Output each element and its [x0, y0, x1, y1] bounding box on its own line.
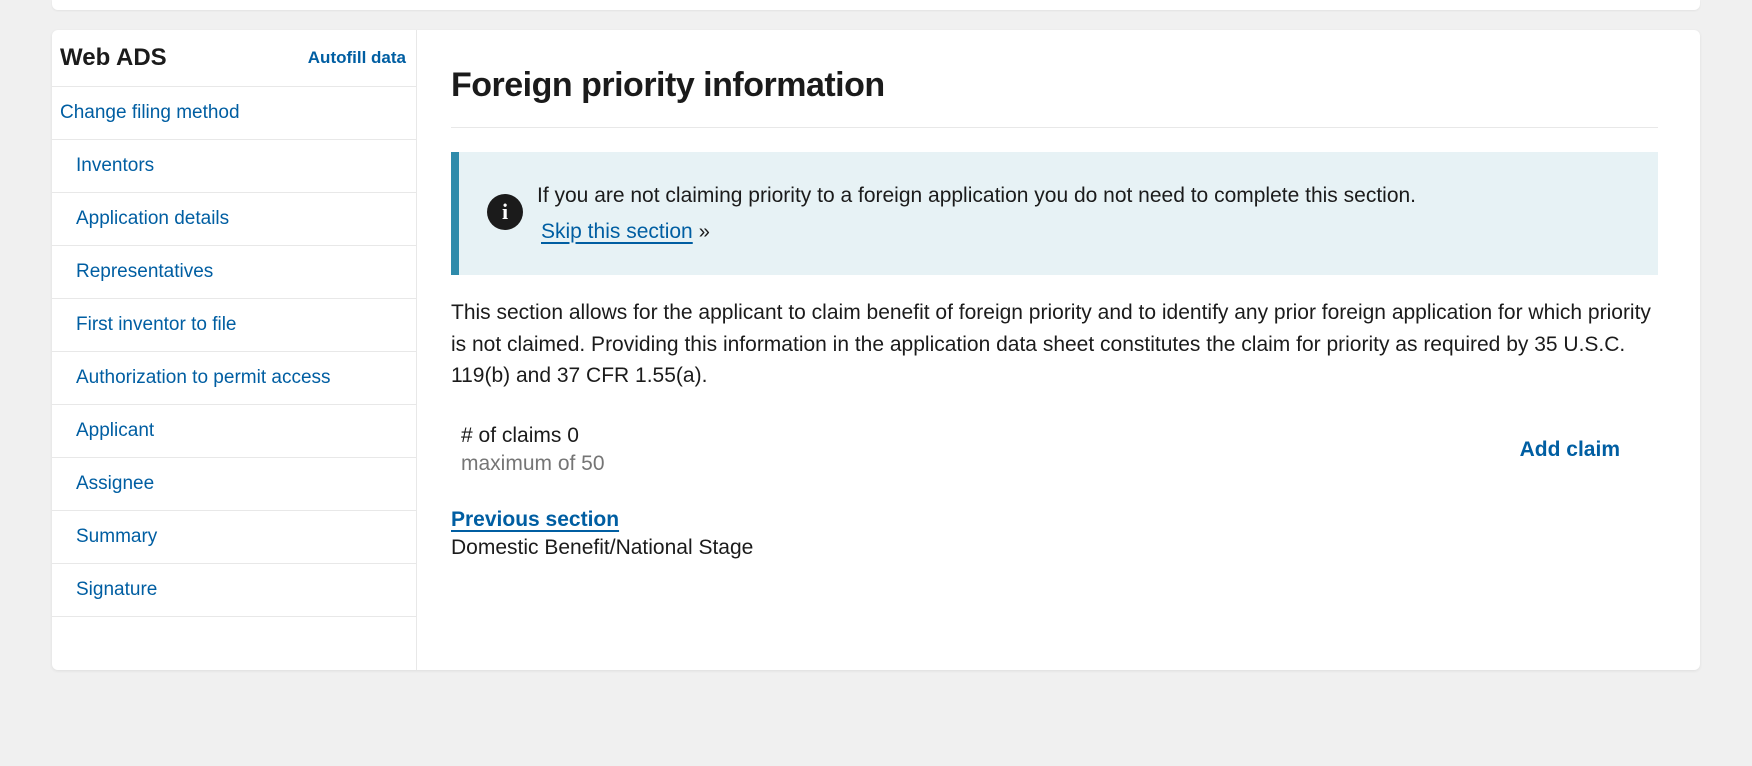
previous-section-nav: Previous section Domestic Benefit/Nation…	[451, 508, 1658, 560]
sidebar-header: Web ADS Autofill data	[52, 30, 416, 86]
claims-max: maximum of 50	[461, 452, 605, 476]
autofill-data-link[interactable]: Autofill data	[308, 48, 406, 68]
sidebar-item-inventors[interactable]: Inventors	[52, 139, 416, 192]
sidebar-item-applicant[interactable]: Applicant	[52, 404, 416, 457]
sidebar-item-change-filing-method[interactable]: Change filing method	[52, 86, 416, 139]
claims-row: # of claims 0 maximum of 50 Add claim	[451, 424, 1658, 476]
chevron-right-icon: »	[699, 221, 710, 243]
sidebar-item-representatives[interactable]: Representatives	[52, 245, 416, 298]
sidebar-title: Web ADS	[60, 44, 167, 72]
info-icon: i	[487, 194, 523, 230]
claims-info: # of claims 0 maximum of 50	[461, 424, 605, 476]
sidebar-item-summary[interactable]: Summary	[52, 510, 416, 563]
info-text-block: If you are not claiming priority to a fo…	[537, 180, 1416, 247]
previous-section-label: Domestic Benefit/National Stage	[451, 536, 1658, 560]
sidebar-item-assignee[interactable]: Assignee	[52, 457, 416, 510]
sidebar-item-signature[interactable]: Signature	[52, 563, 416, 617]
section-description: This section allows for the applicant to…	[451, 297, 1658, 392]
sidebar-item-application-details[interactable]: Application details	[52, 192, 416, 245]
claims-count: # of claims 0	[461, 424, 605, 448]
top-card-edge	[52, 0, 1700, 10]
sidebar-item-authorization-to-permit-access[interactable]: Authorization to permit access	[52, 351, 416, 404]
main-content: Foreign priority information i If you ar…	[417, 30, 1700, 670]
add-claim-button[interactable]: Add claim	[1520, 438, 1658, 462]
sidebar-item-first-inventor-to-file[interactable]: First inventor to file	[52, 298, 416, 351]
info-box: i If you are not claiming priority to a …	[451, 152, 1658, 275]
skip-section-link[interactable]: Skip this section	[537, 216, 697, 248]
previous-section-link[interactable]: Previous section	[451, 508, 619, 532]
sidebar: Web ADS Autofill data Change filing meth…	[52, 30, 417, 670]
info-text: If you are not claiming priority to a fo…	[537, 184, 1416, 207]
main-card: Web ADS Autofill data Change filing meth…	[52, 30, 1700, 670]
page-heading: Foreign priority information	[451, 66, 1658, 128]
